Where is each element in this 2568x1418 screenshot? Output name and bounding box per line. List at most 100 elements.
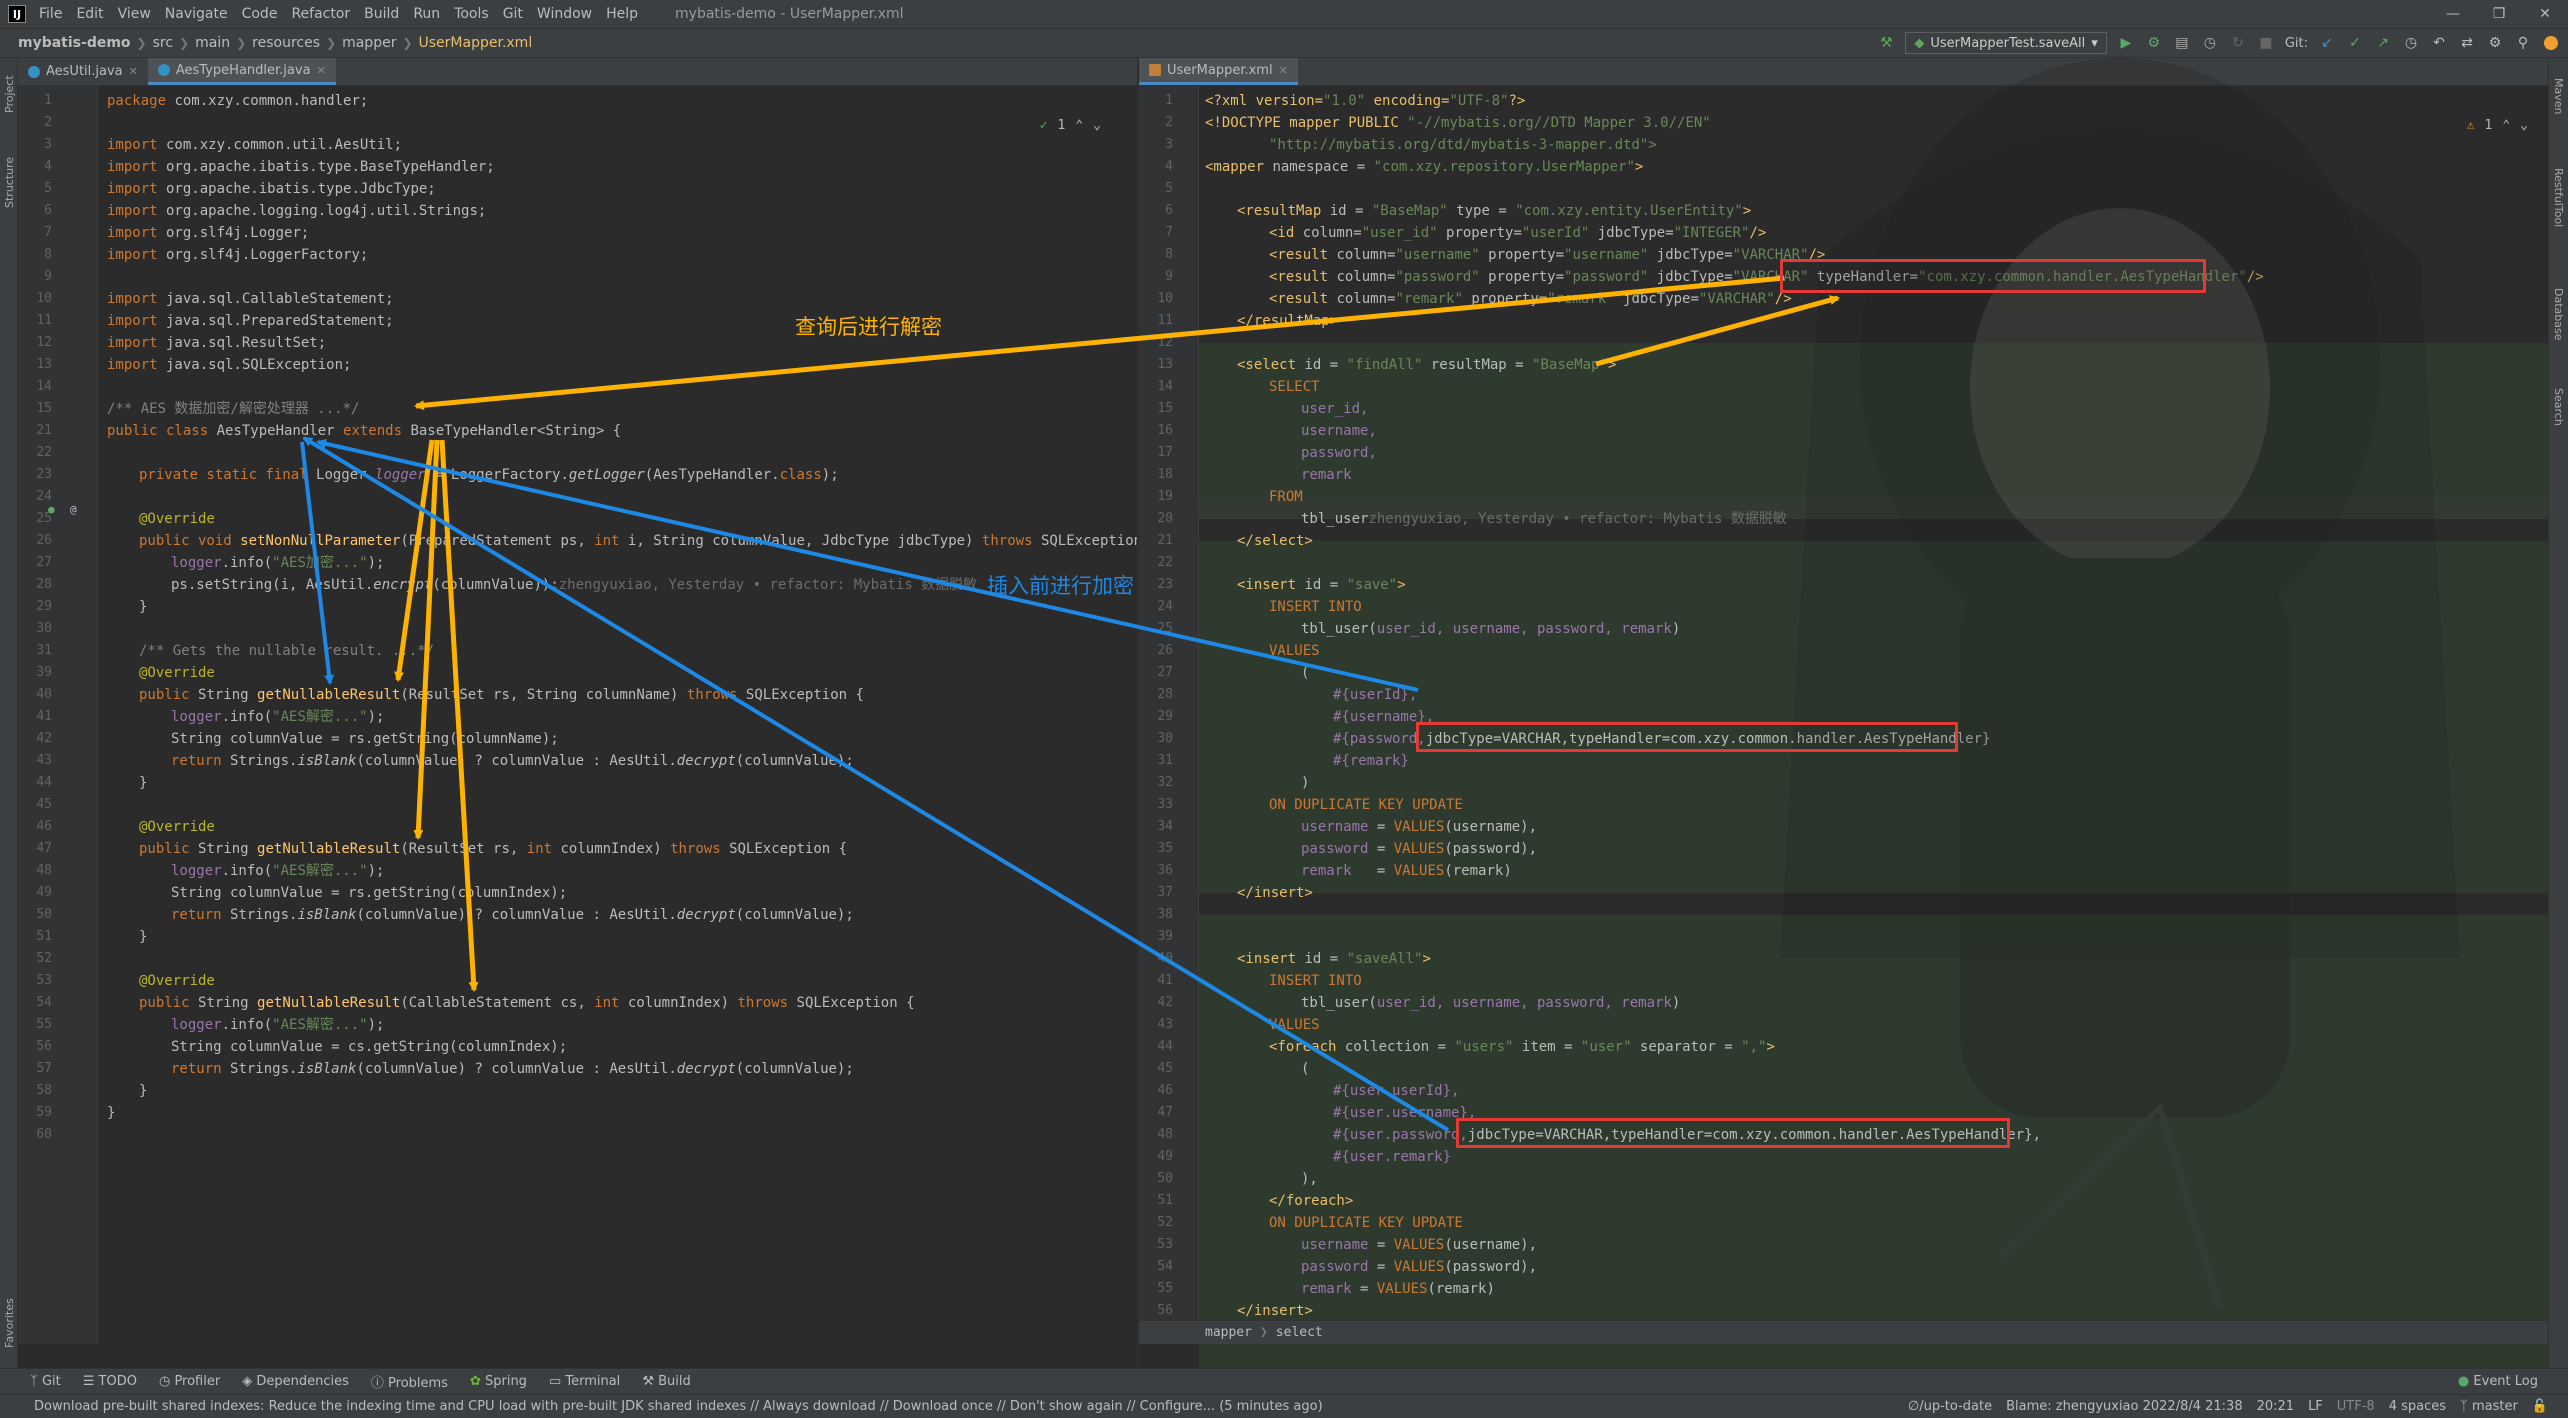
- restore-icon[interactable]: ❐: [2476, 0, 2522, 28]
- line-number: 48: [1157, 1127, 1173, 1142]
- menu-refactor[interactable]: Refactor: [284, 6, 357, 22]
- line-number: 21: [36, 423, 52, 438]
- tool-restfultool[interactable]: RestfulTool: [2552, 168, 2565, 227]
- tab-aesutil[interactable]: AesUtil.java ✕: [18, 58, 148, 85]
- left-tool-strip: Project Structure Favorites: [0, 58, 18, 1368]
- git-branch[interactable]: ᛉ master: [2460, 1399, 2518, 1414]
- coverage-icon[interactable]: ▤: [2173, 34, 2191, 52]
- breadcrumb-main[interactable]: main: [189, 35, 236, 51]
- breadcrumb-project[interactable]: mybatis-demo: [0, 35, 137, 51]
- code-line: 45: [18, 794, 1137, 816]
- tool-search[interactable]: Search: [2552, 388, 2565, 426]
- event-log[interactable]: ● Event Log: [2458, 1374, 2538, 1389]
- line-number: 8: [44, 247, 52, 262]
- translate-icon[interactable]: ⇄: [2458, 34, 2476, 52]
- menu-git[interactable]: Git: [496, 6, 530, 22]
- stop-icon[interactable]: ■: [2257, 34, 2275, 52]
- tool-project[interactable]: Project: [3, 75, 16, 113]
- close-window-icon[interactable]: ✕: [2522, 0, 2568, 28]
- line-number: 27: [1157, 665, 1173, 680]
- debug-icon[interactable]: ⚙: [2145, 34, 2163, 52]
- caret-position[interactable]: 20:21: [2257, 1399, 2294, 1414]
- reload-icon[interactable]: ↻: [2229, 34, 2247, 52]
- profiler-icon[interactable]: ◷: [2201, 34, 2219, 52]
- breadcrumb-mapper[interactable]: mapper: [336, 35, 402, 51]
- git-update-icon[interactable]: ↙: [2318, 34, 2336, 52]
- line-number: 12: [36, 335, 52, 350]
- annotation-gutter-icon[interactable]: @: [70, 503, 77, 516]
- line-separator[interactable]: LF: [2308, 1399, 2323, 1414]
- tab-usermapper[interactable]: UserMapper.xml ✕: [1139, 58, 1298, 85]
- code-line: 40 public String getNullableResult(Result…: [18, 684, 1137, 706]
- line-number: 38: [1157, 907, 1173, 922]
- tool-build[interactable]: ⚒ Build: [642, 1374, 690, 1389]
- code-line: 21 </select>: [1139, 530, 2548, 552]
- ide-window: { "app": { "logo": "IJ", "menus": ["File…: [0, 0, 2568, 1418]
- status-bar: Download pre-built shared indexes: Reduc…: [0, 1394, 2568, 1418]
- menu-code[interactable]: Code: [235, 6, 285, 22]
- line-number: 51: [1157, 1193, 1173, 1208]
- close-tab-icon[interactable]: ✕: [317, 64, 326, 77]
- git-branch-icon: ᛉ: [2460, 1399, 2472, 1414]
- status-message[interactable]: Download pre-built shared indexes: Reduc…: [34, 1399, 1323, 1414]
- menu-navigate[interactable]: Navigate: [158, 6, 235, 22]
- menu-tools[interactable]: Tools: [447, 6, 496, 22]
- line-number: 37: [1157, 885, 1173, 900]
- menu-build[interactable]: Build: [357, 6, 406, 22]
- line-number: 23: [36, 467, 52, 482]
- tool-todo[interactable]: ☰ TODO: [83, 1374, 137, 1389]
- breadcrumb-resources[interactable]: resources: [246, 35, 326, 51]
- breadcrumb-src[interactable]: src: [147, 35, 179, 51]
- rollback-icon[interactable]: ↶: [2430, 34, 2448, 52]
- tool-favorites[interactable]: Favorites: [3, 1298, 16, 1348]
- git-push-icon[interactable]: ↗: [2374, 34, 2392, 52]
- indent-setting[interactable]: 4 spaces: [2389, 1399, 2446, 1414]
- menu-edit[interactable]: Edit: [69, 6, 110, 22]
- lock-icon[interactable]: 🔓: [2532, 1399, 2548, 1414]
- tab-aestypehandler[interactable]: AesTypeHandler.java ✕: [147, 58, 336, 85]
- annotation-insert-encrypt: 插入前进行加密: [987, 574, 1134, 598]
- file-encoding[interactable]: UTF-8: [2337, 1399, 2375, 1414]
- menu-run[interactable]: Run: [406, 6, 447, 22]
- build-hammer-icon[interactable]: ⚒: [1877, 34, 1895, 52]
- code-line: 53 username = VALUES(username),: [1139, 1234, 2548, 1256]
- menu-help[interactable]: Help: [599, 6, 645, 22]
- history-icon[interactable]: ◷: [2402, 34, 2420, 52]
- run-config-select[interactable]: ◆ UserMapperTest.saveAll ▾: [1905, 32, 2107, 54]
- tool-problems[interactable]: ⓘ Problems: [371, 1372, 448, 1391]
- minimize-icon[interactable]: —: [2430, 0, 2476, 28]
- search-icon[interactable]: ⚲: [2514, 34, 2532, 52]
- ide-update-icon[interactable]: [2542, 34, 2560, 52]
- line-number: 41: [1157, 973, 1173, 988]
- menu-window[interactable]: Window: [530, 6, 599, 22]
- menu-file[interactable]: File: [32, 6, 69, 22]
- blame-status[interactable]: Blame: zhengyuxiao 2022/8/4 21:38: [2006, 1399, 2243, 1414]
- tool-maven[interactable]: Maven: [2552, 78, 2565, 114]
- settings-icon[interactable]: ⚙: [2486, 34, 2504, 52]
- tool-spring[interactable]: ✿ Spring: [470, 1374, 527, 1389]
- code-line: 2 <!DOCTYPE mapper PUBLIC "-//mybatis.org…: [1139, 112, 2548, 134]
- close-tab-icon[interactable]: ✕: [1279, 64, 1288, 77]
- code-line: 50),: [1139, 1168, 2548, 1190]
- code-line: 39 @Override: [18, 662, 1137, 684]
- code-line: 14 SELECT: [1139, 376, 2548, 398]
- line-number: 49: [1157, 1149, 1173, 1164]
- tool-dependencies[interactable]: ◈ Dependencies: [242, 1374, 349, 1389]
- override-gutter-icon[interactable]: ●: [48, 503, 55, 516]
- tool-terminal[interactable]: ▭ Terminal: [549, 1374, 620, 1389]
- menu-view[interactable]: View: [111, 6, 158, 22]
- tool-structure[interactable]: Structure: [3, 157, 16, 208]
- tool-git[interactable]: ᛉ Git: [30, 1374, 61, 1389]
- git-commit-icon[interactable]: ✓: [2346, 34, 2364, 52]
- code-line: 28 ps.setString(i, AesUtil.encrypt(column…: [18, 574, 1137, 596]
- breadcrumb-file[interactable]: UserMapper.xml: [413, 35, 539, 51]
- close-tab-icon[interactable]: ✕: [129, 65, 138, 78]
- run-icon[interactable]: ▶: [2117, 34, 2135, 52]
- code-line: 9: [18, 266, 1137, 288]
- line-number: 32: [1157, 775, 1173, 790]
- git-status[interactable]: ∅/up-to-date: [1908, 1399, 1992, 1414]
- tool-profiler[interactable]: ◷ Profiler: [159, 1374, 220, 1389]
- terminal-icon: ▭: [548, 1374, 566, 1389]
- java-editor[interactable]: ✓ 1 ⌃ ⌄ 1 package com.xzy.common.handler; 2 3 i…: [18, 86, 1137, 1344]
- tool-database[interactable]: Database: [2552, 288, 2565, 341]
